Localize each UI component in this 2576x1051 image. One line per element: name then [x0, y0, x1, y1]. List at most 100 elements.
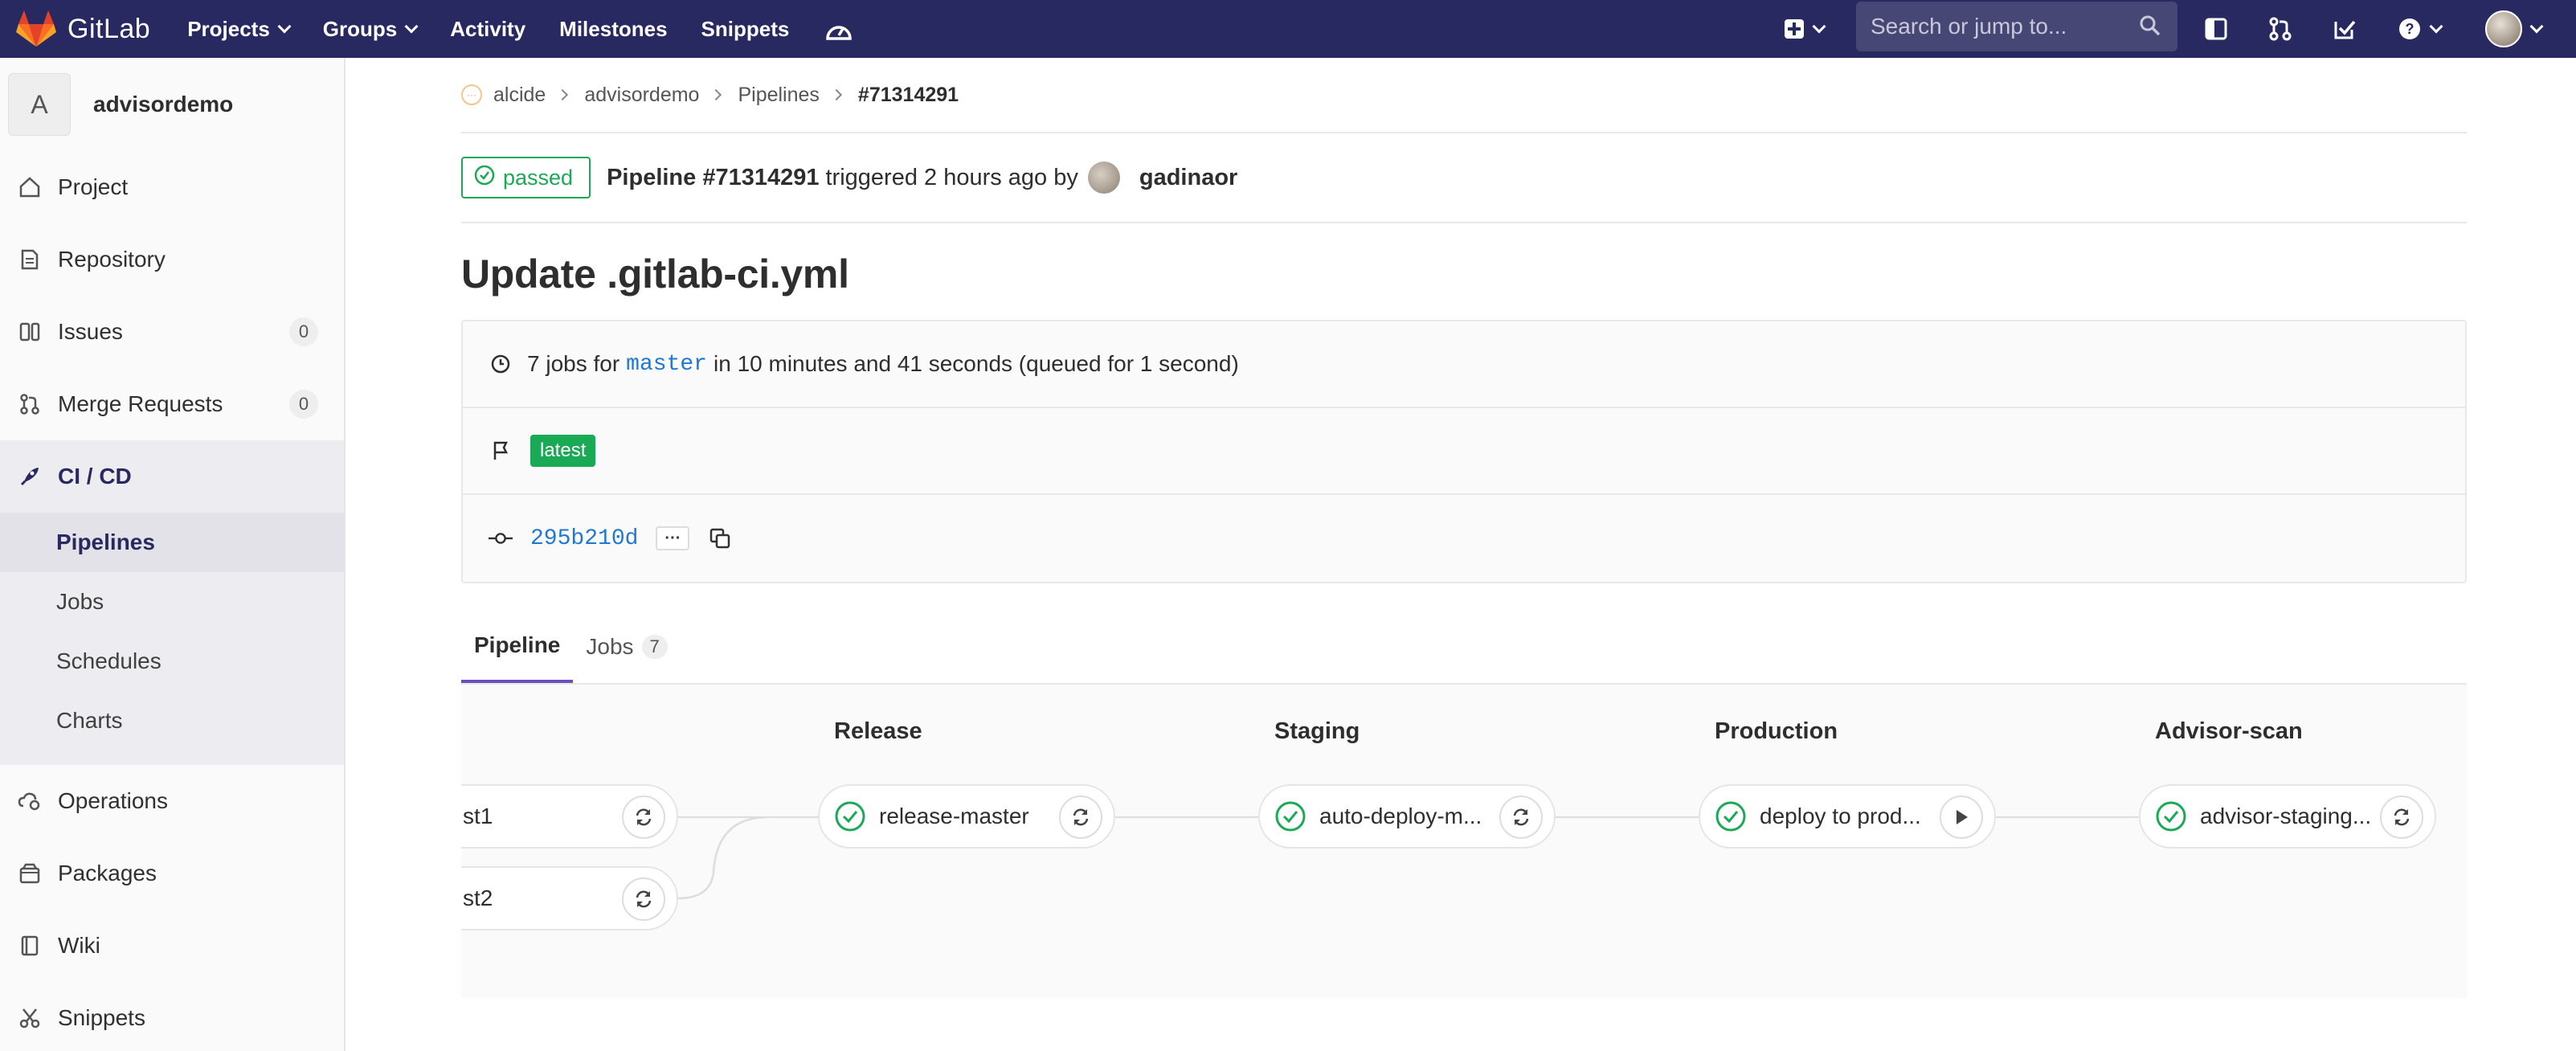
top-navbar: GitLab Projects Groups Activity Mileston…	[0, 0, 2576, 58]
avatar	[2485, 10, 2522, 47]
job-advisor-staging[interactable]: advisor-staging...	[2139, 784, 2436, 849]
project-avatar: A	[8, 73, 71, 136]
job-test1[interactable]: st1	[461, 784, 678, 849]
copy-icon[interactable]	[707, 526, 733, 551]
breadcrumb: ··· alcide advisordemo Pipelines #7131429…	[461, 58, 2467, 133]
jobs-summary-row: 7 jobs for master in 10 minutes and 41 s…	[463, 321, 2465, 408]
triggered-text: triggered 2 hours ago by	[825, 164, 1078, 190]
chevron-right-icon	[710, 88, 722, 101]
sidebar-item-operations[interactable]: Operations	[0, 765, 344, 837]
stage-title-staging: Staging	[1274, 718, 1360, 744]
job-release-master[interactable]: release-master	[818, 784, 1115, 849]
clock-icon	[489, 354, 513, 374]
connector-release-staging	[1114, 816, 1258, 818]
nav-groups-dropdown[interactable]: Groups	[322, 16, 419, 42]
nav-projects-label: Projects	[187, 16, 270, 41]
chevron-down-icon	[277, 19, 292, 34]
sidebar-toggle-icon[interactable]	[2200, 13, 2232, 45]
help-icon[interactable]: ?	[2391, 13, 2447, 45]
breadcrumb-advisordemo[interactable]: advisordemo	[584, 84, 699, 107]
status-badge[interactable]: passed	[461, 157, 591, 198]
plus-square-icon[interactable]	[1776, 13, 1832, 45]
job-label: st1	[463, 804, 493, 828]
sidebar-item-ci-cd[interactable]: CI / CD	[0, 440, 344, 513]
breadcrumb-alcide[interactable]: ··· alcide	[461, 84, 546, 107]
pipeline-tabs: Pipeline Jobs 7	[461, 612, 2467, 685]
nav-snippets-link[interactable]: Snippets	[701, 17, 790, 42]
pipeline-label: Pipeline #71314291	[607, 164, 820, 190]
sidebar-item-wiki[interactable]: Wiki	[0, 910, 344, 982]
job-label: deploy to prod...	[1760, 804, 1921, 828]
commit-sha-link[interactable]: 295b210d	[530, 526, 638, 551]
search-box[interactable]	[1856, 2, 2177, 51]
package-icon	[18, 861, 42, 885]
status-success-icon	[1275, 801, 1306, 832]
sidebar-item-packages[interactable]: Packages	[0, 837, 344, 910]
merge-requests-count-badge: 0	[289, 390, 318, 419]
nav-links: Projects Groups Activity Milestones Snip…	[187, 13, 855, 45]
sidebar-item-snippets[interactable]: Snippets	[0, 982, 344, 1051]
chevron-right-icon	[557, 88, 569, 101]
connector-production-advisor	[1994, 816, 2139, 818]
nav-groups-label: Groups	[322, 16, 398, 41]
pipeline-header: passed Pipeline #71314291 triggered 2 ho…	[461, 133, 2467, 223]
doc-icon	[18, 247, 42, 272]
retry-icon[interactable]	[2380, 795, 2423, 839]
todo-check-icon[interactable]	[2329, 13, 2361, 45]
sidebar-item-label: Snippets	[58, 1005, 145, 1030]
group-avatar-icon: ···	[461, 84, 482, 105]
connector-test2-curve	[678, 816, 767, 900]
sidebar-item-label: Merge Requests	[58, 391, 223, 416]
chevron-down-icon	[2529, 19, 2544, 34]
job-test2[interactable]: st2	[461, 866, 678, 930]
page-title: Update .gitlab-ci.yml	[461, 252, 849, 296]
latest-badge: latest	[530, 435, 596, 467]
nav-projects-dropdown[interactable]: Projects	[187, 16, 292, 42]
chevron-right-icon	[830, 88, 842, 101]
sidebar-subitem-charts[interactable]: Charts	[0, 691, 344, 750]
nav-milestones-link[interactable]: Milestones	[559, 17, 667, 42]
merge-request-icon[interactable]	[2264, 13, 2296, 45]
sidebar-subitem-pipelines[interactable]: Pipelines	[0, 513, 344, 572]
nav-activity-link[interactable]: Activity	[450, 17, 525, 42]
retry-icon[interactable]	[1499, 795, 1543, 839]
job-label: st2	[463, 885, 493, 910]
retry-icon[interactable]	[622, 877, 665, 921]
sidebar-item-project[interactable]: Project	[0, 151, 344, 223]
gitlab-tanuki-icon	[16, 10, 56, 47]
sidebar-item-issues[interactable]: Issues 0	[0, 296, 344, 368]
tab-label: Jobs	[586, 634, 634, 659]
svg-text:?: ?	[2406, 21, 2414, 37]
flag-icon	[489, 440, 513, 461]
connector-staging-production	[1554, 816, 1699, 818]
pipeline-graph: Release Staging Production Advisor-scan …	[461, 685, 2467, 998]
sidebar-subitem-schedules[interactable]: Schedules	[0, 632, 344, 691]
sidebar-project-header[interactable]: A advisordemo	[0, 58, 344, 151]
gitlab-logo[interactable]: GitLab	[16, 10, 150, 47]
branch-link[interactable]: master	[626, 352, 707, 377]
job-deploy-to-production[interactable]: deploy to prod...	[1699, 784, 1996, 849]
job-label: advisor-staging...	[2200, 804, 2372, 828]
breadcrumb-pipelines[interactable]: Pipelines	[738, 84, 819, 107]
breadcrumb-pipeline-id[interactable]: #71314291	[858, 84, 959, 107]
search-input[interactable]	[1871, 14, 2128, 39]
expand-commit-button[interactable]: ···	[656, 526, 690, 550]
chevron-down-icon	[404, 19, 419, 34]
play-icon[interactable]	[1940, 795, 1983, 839]
tab-jobs[interactable]: Jobs 7	[573, 611, 680, 683]
sidebar-item-repository[interactable]: Repository	[0, 223, 344, 296]
sidebar-subitem-jobs[interactable]: Jobs	[0, 572, 344, 632]
project-sidebar: A advisordemo Project Repository Issues …	[0, 58, 346, 1051]
user-link[interactable]: gadinaor	[1139, 165, 1237, 191]
avatar[interactable]	[1087, 162, 1120, 194]
retry-icon[interactable]	[622, 795, 665, 839]
job-auto-deploy[interactable]: auto-deploy-m...	[1258, 784, 1556, 849]
retry-icon[interactable]	[1059, 795, 1102, 839]
user-avatar-menu[interactable]	[2480, 8, 2547, 50]
status-success-icon	[474, 165, 495, 191]
sidebar-item-merge-requests[interactable]: Merge Requests 0	[0, 368, 344, 440]
project-name: advisordemo	[93, 92, 234, 117]
performance-bar-icon[interactable]	[823, 13, 855, 45]
rocket-icon	[18, 464, 42, 489]
tab-pipeline[interactable]: Pipeline	[461, 611, 574, 683]
